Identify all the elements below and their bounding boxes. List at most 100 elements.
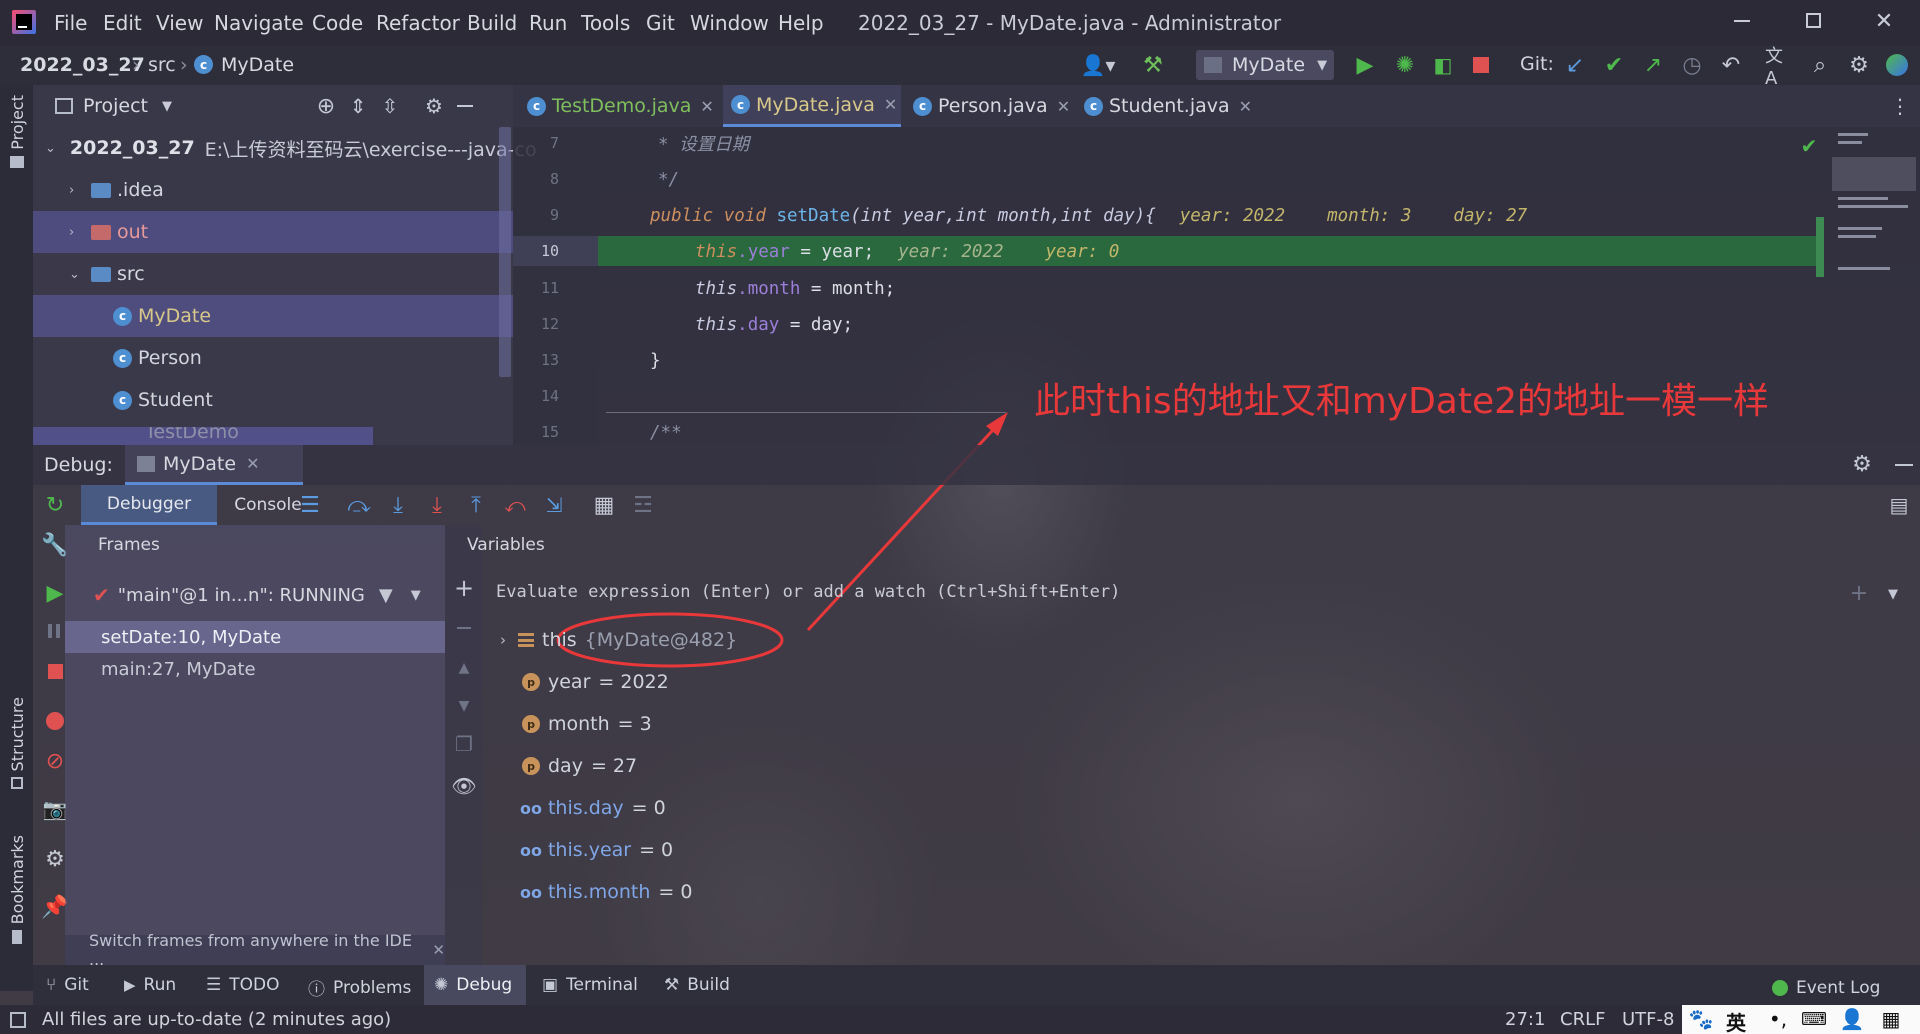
variable-row-month[interactable]: p month = 3	[500, 704, 652, 744]
layout-settings-icon[interactable]: ▤	[1886, 492, 1912, 518]
chevron-down-icon[interactable]: ▼	[1884, 586, 1902, 602]
watch-row-this-day[interactable]: oo this.day = 0	[500, 788, 666, 828]
drop-frame-icon[interactable]: ⤺	[502, 492, 528, 518]
grid-menu-icon[interactable]: ▦	[1878, 1007, 1904, 1031]
parameter-icon: p	[522, 715, 540, 733]
bottom-tab-build[interactable]: ⚒ Build	[664, 975, 730, 995]
rerun-icon[interactable]: ↻	[42, 492, 68, 518]
event-log-button[interactable]: Event Log	[1772, 978, 1880, 998]
debug-session-tab[interactable]: MyDate ✕	[125, 445, 303, 485]
variable-row-day[interactable]: p day = 27	[500, 746, 637, 786]
watch-row-this-month[interactable]: oo this.month = 0	[500, 872, 692, 912]
show-execution-point-icon[interactable]: ☰	[297, 492, 323, 518]
variable-name: year	[548, 671, 591, 693]
user-account-icon[interactable]: 👤	[1840, 1007, 1865, 1031]
run-icon: ▶	[124, 976, 136, 994]
bottom-tab-git[interactable]: ⑂ Git	[46, 975, 89, 995]
bottom-tab-label: Run	[143, 975, 177, 995]
ime-mode[interactable]: 英	[1726, 1007, 1746, 1034]
todo-list-icon: ☰	[206, 975, 222, 995]
bottom-tab-debug[interactable]: ✺ Debug	[434, 975, 512, 995]
bottom-tab-label: Terminal	[566, 975, 638, 995]
paw-icon[interactable]: 🐾	[1688, 1007, 1714, 1031]
evaluate-placeholder: Evaluate expression (Enter) or add a wat…	[496, 582, 1121, 602]
variable-name: month	[548, 713, 610, 735]
tab-debugger[interactable]: Debugger	[81, 485, 217, 525]
punctuation-icon[interactable]: •,	[1766, 1007, 1790, 1031]
keyboard-icon[interactable]: ⌨	[1801, 1007, 1827, 1031]
variable-value: = 2022	[598, 671, 669, 693]
toggle-tool-windows-icon[interactable]	[10, 1012, 26, 1028]
watch-name: this.month	[547, 881, 651, 903]
watch-value: = 0	[658, 881, 693, 903]
watch-glasses-icon: oo	[520, 798, 542, 818]
bottom-tab-problems[interactable]: ⓘ Problems	[308, 975, 412, 1001]
problems-info-icon: ⓘ	[308, 980, 325, 1000]
line-separator[interactable]: CRLF	[1560, 1009, 1605, 1030]
parameter-icon: p	[522, 673, 540, 691]
chevron-down-icon[interactable]: ▼	[411, 588, 421, 603]
git-branch-icon: ⑂	[46, 975, 57, 995]
bottom-tab-label: Problems	[333, 977, 412, 998]
frame-row-selected[interactable]: setDate:10, MyDate	[65, 621, 445, 653]
parameter-icon: p	[522, 757, 540, 775]
step-out-icon[interactable]: ⤒	[463, 492, 489, 518]
terminal-icon: ▣	[542, 975, 559, 995]
pause-icon[interactable]	[48, 624, 60, 638]
variable-value: {MyDate@482}	[584, 629, 738, 651]
tab-label: Console	[234, 495, 302, 515]
stop-icon[interactable]	[48, 664, 63, 679]
event-log-label: Event Log	[1796, 978, 1881, 998]
variable-row-year[interactable]: p year = 2022	[500, 662, 669, 702]
close-hint-icon[interactable]: ✕	[432, 941, 445, 959]
watch-value: = 0	[639, 839, 674, 861]
frames-hint-bar: Switch frames from anywhere in the IDE .…	[65, 931, 445, 969]
run-to-cursor-icon[interactable]: ⇲	[541, 492, 567, 518]
close-tab-icon[interactable]: ✕	[246, 454, 259, 473]
thread-selector[interactable]: ✔ "main"@1 in...n": RUNNING ▼ ▼	[65, 573, 445, 617]
bottom-tab-label: TODO	[229, 975, 280, 995]
bottom-tab-todo[interactable]: ☰ TODO	[206, 975, 280, 995]
variable-row-this[interactable]: › this {MyDate@482}	[500, 620, 737, 660]
watch-row-this-year[interactable]: oo this.year = 0	[500, 830, 673, 870]
hide-panel-icon[interactable]	[1895, 464, 1913, 466]
tab-label: Debugger	[106, 493, 192, 514]
variable-value: = 27	[590, 755, 638, 777]
trace-stream-icon[interactable]: ☲	[630, 492, 656, 518]
filter-icon[interactable]: ▼	[379, 585, 393, 606]
view-breakpoints-icon[interactable]	[46, 712, 64, 730]
step-over-icon[interactable]: ⤼	[346, 492, 372, 518]
frame-row[interactable]: main:27, MyDate	[65, 653, 445, 685]
build-hammer-icon: ⚒	[664, 975, 680, 995]
thread-label: "main"@1 in...n": RUNNING	[117, 584, 365, 606]
watch-glasses-icon: oo	[520, 840, 542, 860]
frames-title: Frames	[98, 535, 160, 555]
bottom-tab-terminal[interactable]: ▣ Terminal	[542, 975, 638, 995]
variable-name: this	[542, 629, 577, 651]
bottom-tab-label: Build	[687, 975, 730, 995]
frame-label: setDate:10, MyDate	[101, 626, 282, 648]
chevron-right-icon[interactable]: ›	[500, 631, 506, 649]
frames-panel: Frames ✔ "main"@1 in...n": RUNNING ▼ ▼ s…	[65, 525, 445, 969]
debug-label: Debug:	[44, 454, 113, 476]
force-step-into-icon[interactable]: ⤓	[424, 492, 450, 518]
watch-name: this.day	[547, 797, 624, 819]
debug-tool-header: Debug: MyDate ✕ ⚙	[33, 445, 1920, 485]
debug-session-label: MyDate	[163, 452, 237, 475]
file-encoding[interactable]: UTF-8	[1622, 1009, 1674, 1030]
evaluate-expression-input[interactable]: Evaluate expression (Enter) or add a wat…	[482, 570, 1920, 614]
frame-label: main:27, MyDate	[101, 658, 256, 680]
step-into-icon[interactable]: ⤓	[385, 492, 411, 518]
check-icon: ✔	[93, 583, 110, 607]
frames-hint: Switch frames from anywhere in the IDE .…	[89, 931, 412, 969]
cursor-position[interactable]: 27:1	[1505, 1009, 1545, 1030]
add-to-watches-icon[interactable]: +	[1846, 580, 1872, 606]
debug-bug-icon: ✺	[434, 975, 449, 995]
config-icon	[137, 455, 155, 472]
bottom-tab-run[interactable]: ▶ Run	[124, 975, 176, 995]
evaluate-expression-icon[interactable]: ▦	[591, 492, 617, 518]
event-log-icon	[1772, 980, 1788, 996]
watch-glasses-icon: oo	[520, 882, 542, 902]
status-message[interactable]: All files are up-to-date (2 minutes ago)	[42, 1009, 391, 1030]
debug-settings-gear-icon[interactable]: ⚙	[1849, 451, 1875, 477]
